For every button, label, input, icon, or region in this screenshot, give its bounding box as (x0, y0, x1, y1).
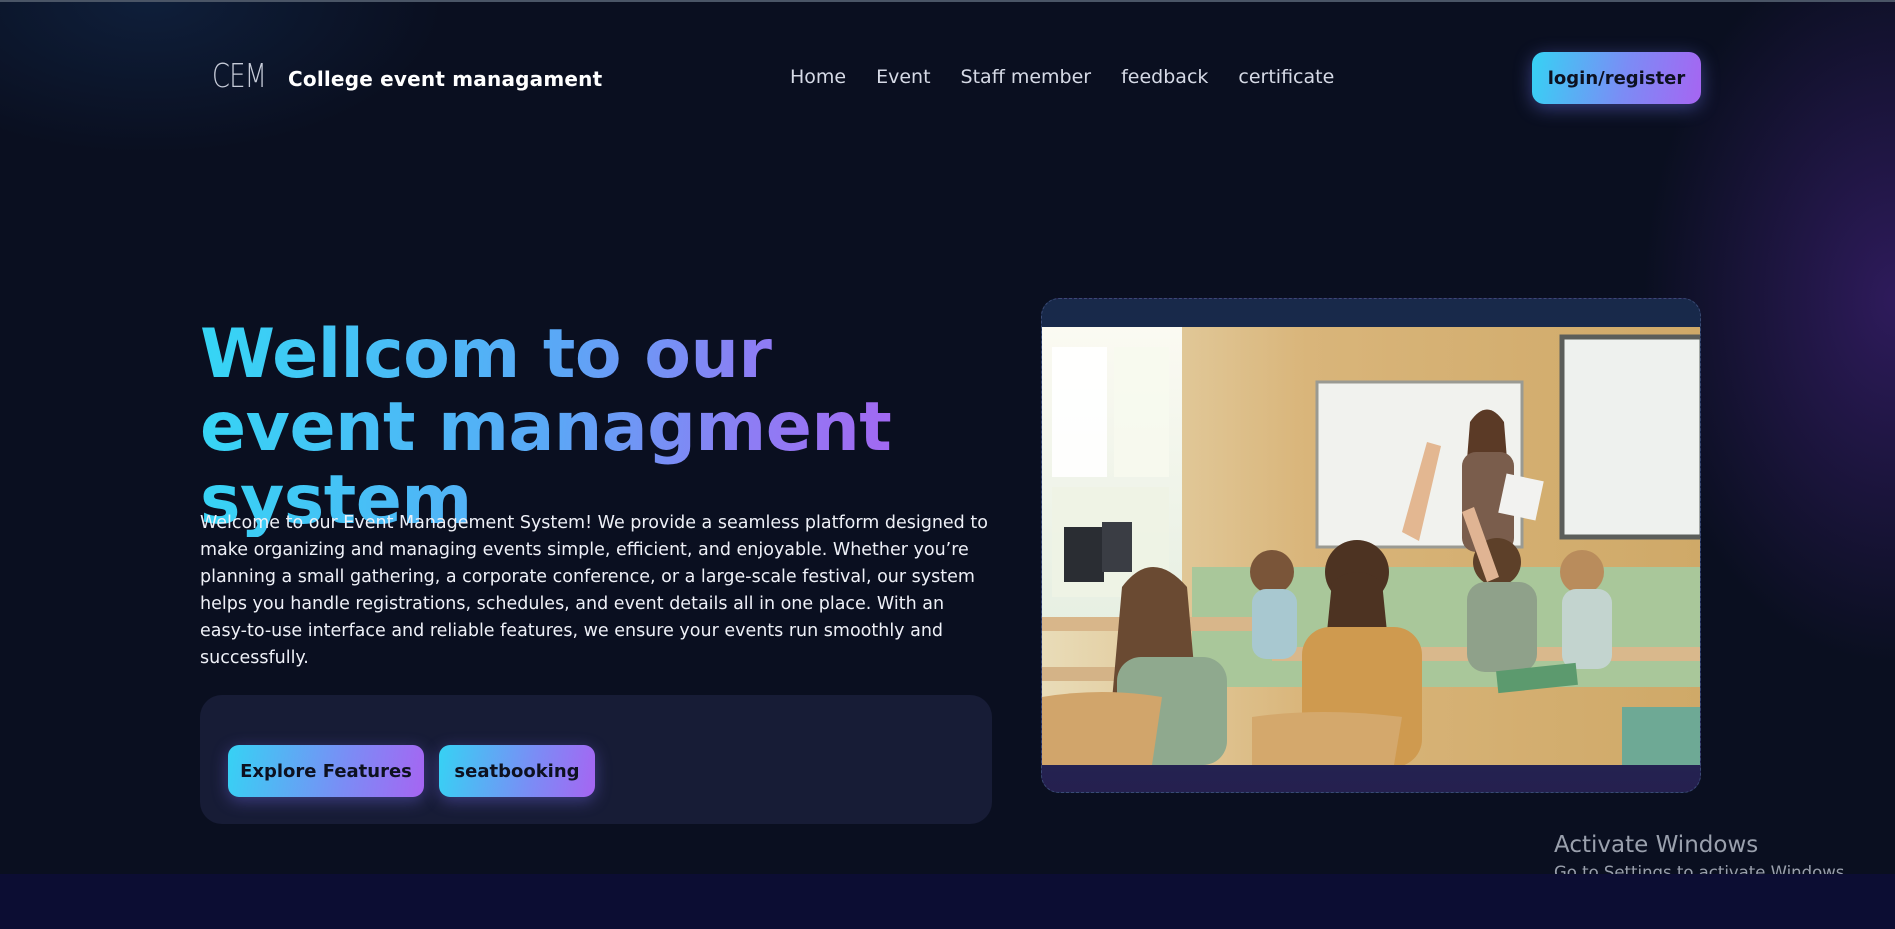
seatbooking-button[interactable]: seatbooking (439, 745, 595, 797)
nav-event[interactable]: Event (876, 66, 930, 88)
nav-staff-member[interactable]: Staff member (961, 66, 1092, 88)
nav-certificate[interactable]: certificate (1238, 66, 1334, 88)
explore-features-button[interactable]: Explore Features (228, 745, 424, 797)
site-name[interactable]: College event managament (288, 67, 602, 91)
watermark-title: Activate Windows (1554, 832, 1759, 858)
nav-feedback[interactable]: feedback (1121, 66, 1208, 88)
cta-panel: Explore Features seatbooking (200, 695, 992, 824)
footer-band (0, 874, 1895, 929)
login-register-button[interactable]: login/register (1532, 52, 1701, 104)
classroom-photo (1042, 327, 1700, 765)
hero-image-card (1041, 298, 1701, 793)
hero-title: Wellcom to our event managment system (200, 318, 980, 537)
main-nav: Home Event Staff member feedback certifi… (790, 66, 1334, 88)
site-header: CEM College event managament Home Event … (0, 0, 1895, 160)
hero-description: Welcome to our Event Management System! … (200, 513, 988, 668)
logo-mark[interactable]: CEM (212, 56, 267, 95)
nav-home[interactable]: Home (790, 66, 846, 88)
